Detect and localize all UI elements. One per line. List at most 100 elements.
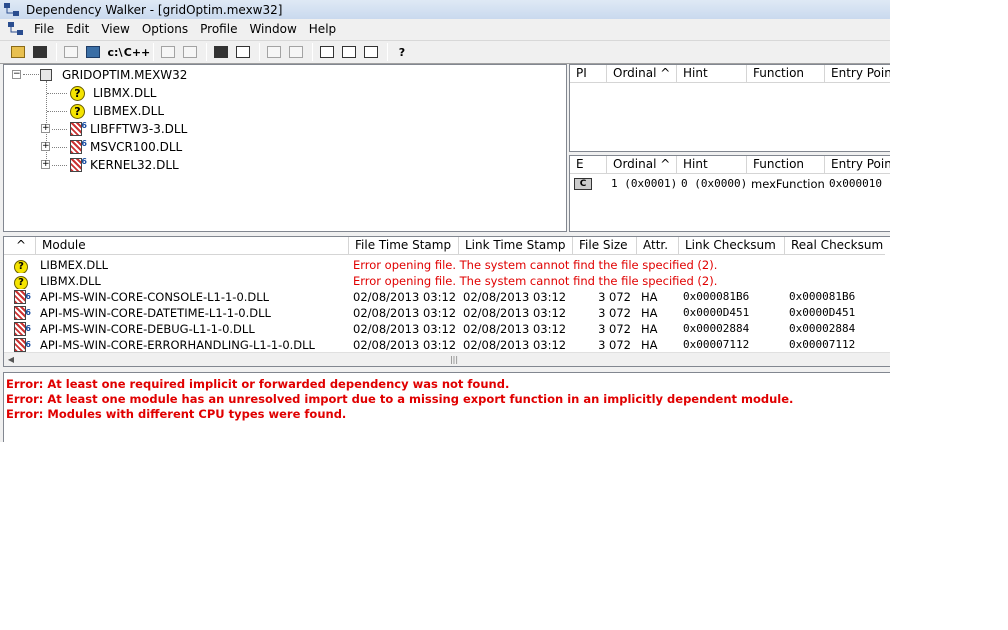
scroll-left-icon[interactable]: ◀ [4,353,18,367]
menu-profile[interactable]: Profile [194,20,243,38]
table-row[interactable]: API-MS-WIN-CORE-DATETIME-L1-1-0.DLL 02/0… [4,305,885,321]
tree-line [52,147,67,148]
table-row[interactable]: API-MS-WIN-CORE-DEBUG-L1-1-0.DLL 02/08/2… [4,321,885,337]
cascade-button[interactable] [317,43,337,61]
column-header-link-time-stamp[interactable]: Link Time Stamp [459,237,573,255]
table-row[interactable]: C 1 (0x0001) 0 (0x0000) mexFunction 0x00… [570,176,890,192]
find-icon [289,46,303,58]
edit-module-button[interactable] [180,43,200,61]
module-list[interactable]: ^ Module File Time Stamp Link Time Stamp… [3,236,890,367]
properties-button[interactable] [233,43,253,61]
scrollbar-thumb[interactable]: ||| [19,354,889,366]
column-header-function[interactable]: Function [747,156,825,174]
column-header-pi[interactable]: PI [570,65,607,83]
file-time-stamp-cell: 02/08/2013 03:12 [353,306,457,320]
ordinal-cell: 1 (0x0001) [611,177,677,190]
missing-module-icon: ? [14,276,28,289]
column-header-attributes[interactable]: Attr. [637,237,679,255]
menu-view[interactable]: View [95,20,135,38]
list-header: PI Ordinal ^ Hint Function Entry Point [570,65,890,83]
column-header-hint[interactable]: Hint [677,65,747,83]
column-header-ordinal[interactable]: Ordinal ^ [607,156,677,174]
tree-node[interactable]: LIBFFTW3-3.DLL [70,120,187,138]
log-error-line: Error: At least one module has an unreso… [6,392,794,406]
toolbar-separator [153,43,154,61]
table-row[interactable]: ? LIBMX.DLL Error opening file. The syst… [4,273,885,289]
real-checksum-cell: 0x00002884 [789,322,856,335]
menu-window[interactable]: Window [243,20,302,38]
module-tree-icon [86,46,100,58]
table-row[interactable]: API-MS-WIN-CORE-CONSOLE-L1-1-0.DLL 02/08… [4,289,885,305]
menu-bar: File Edit View Options Profile Window He… [0,19,890,39]
table-row[interactable]: ? LIBMEX.DLL Error opening file. The sys… [4,257,885,273]
column-header-hint[interactable]: Hint [677,156,747,174]
attributes-cell: HA [641,338,658,352]
tree-node[interactable]: ? LIBMX.DLL [70,84,156,102]
column-header-real-checksum[interactable]: Real Checksum [785,237,885,255]
column-header-entry-point[interactable]: Entry Point [825,156,890,174]
log-output[interactable]: Error: At least one required implicit or… [3,372,890,442]
title-bar[interactable]: Dependency Walker - [gridOptim.mexw32] [0,0,890,19]
real-checksum-cell: 0x000081B6 [789,290,856,303]
module-64bit-icon [14,305,31,321]
tree-node[interactable]: KERNEL32.DLL [70,156,179,174]
column-header-file-size[interactable]: File Size [573,237,637,255]
module-dependency-tree[interactable]: − GRIDOPTIM.MEXW32 ? LIBMX.DLL ? LIBMEX.… [3,64,567,232]
collapse-toggle[interactable]: − [12,70,21,79]
document-window-icon[interactable] [8,22,24,36]
find-button[interactable] [286,43,306,61]
full-paths-button[interactable]: c:\ [105,43,125,61]
save-button[interactable] [30,43,50,61]
menu-file[interactable]: File [28,20,60,38]
column-header-link-checksum[interactable]: Link Checksum [679,237,785,255]
menu-edit[interactable]: Edit [60,20,95,38]
missing-module-icon: ? [70,85,85,101]
tree-node[interactable]: MSVCR100.DLL [70,138,182,156]
hint-cell: 0 (0x0000) [681,177,747,190]
configure-module-search-button[interactable] [83,43,103,61]
missing-module-icon: ? [70,103,85,119]
column-header-file-time-stamp[interactable]: File Time Stamp [349,237,459,255]
highlight-matching-button[interactable] [264,43,284,61]
tree-node-label: LIBMEX.DLL [93,104,165,118]
undecorate-cpp-button[interactable]: C++ [124,43,151,61]
exports-list[interactable]: E Ordinal ^ Hint Function Entry Point C … [569,155,890,232]
copy-button[interactable] [61,43,81,61]
column-header-function[interactable]: Function [747,65,825,83]
context-help-button[interactable]: ? [392,43,412,61]
expand-toggle[interactable]: + [41,142,50,151]
open-button[interactable] [8,43,28,61]
horizontal-scrollbar[interactable]: ◀ ||| [4,352,890,366]
file-size-cell: 3 072 [598,338,631,352]
parent-imports-list[interactable]: PI Ordinal ^ Hint Function Entry Point [569,64,890,152]
module-64bit-icon [70,121,87,136]
menu-options[interactable]: Options [136,20,194,38]
column-header-e[interactable]: E [570,156,607,174]
link-checksum-cell: 0x0000D451 [683,306,750,319]
function-cell: mexFunction [751,177,825,191]
real-checksum-cell: 0x00007112 [789,338,856,351]
column-header-ordinal[interactable]: Ordinal ^ [607,65,677,83]
link-checksum-cell: 0x000081B6 [683,290,750,303]
cascade-windows-icon [320,46,334,58]
error-message-cell: Error opening file. The system cannot fi… [353,274,718,288]
missing-module-icon: ? [14,260,28,273]
link-time-stamp-cell: 02/08/2013 03:12 [463,322,567,336]
module-name-cell: LIBMEX.DLL [40,258,109,272]
view-module-button[interactable] [158,43,178,61]
module-64bit-icon [14,321,31,337]
tree-node[interactable]: ? LIBMEX.DLL [70,102,164,120]
system-info-button[interactable] [211,43,231,61]
expand-toggle[interactable]: + [41,124,50,133]
menu-help[interactable]: Help [303,20,342,38]
tile-vertical-button[interactable] [361,43,381,61]
file-size-cell: 3 072 [598,322,631,336]
tile-horizontal-button[interactable] [339,43,359,61]
table-row[interactable]: API-MS-WIN-CORE-ERRORHANDLING-L1-1-0.DLL… [4,337,885,353]
column-header-module[interactable]: Module [36,237,349,255]
expand-toggle[interactable]: + [41,160,50,169]
column-header-sort[interactable]: ^ [4,237,36,255]
column-header-entry-point[interactable]: Entry Point [825,65,890,83]
tile-vertical-icon [364,46,378,58]
tree-node-root[interactable]: GRIDOPTIM.MEXW32 [40,66,187,84]
